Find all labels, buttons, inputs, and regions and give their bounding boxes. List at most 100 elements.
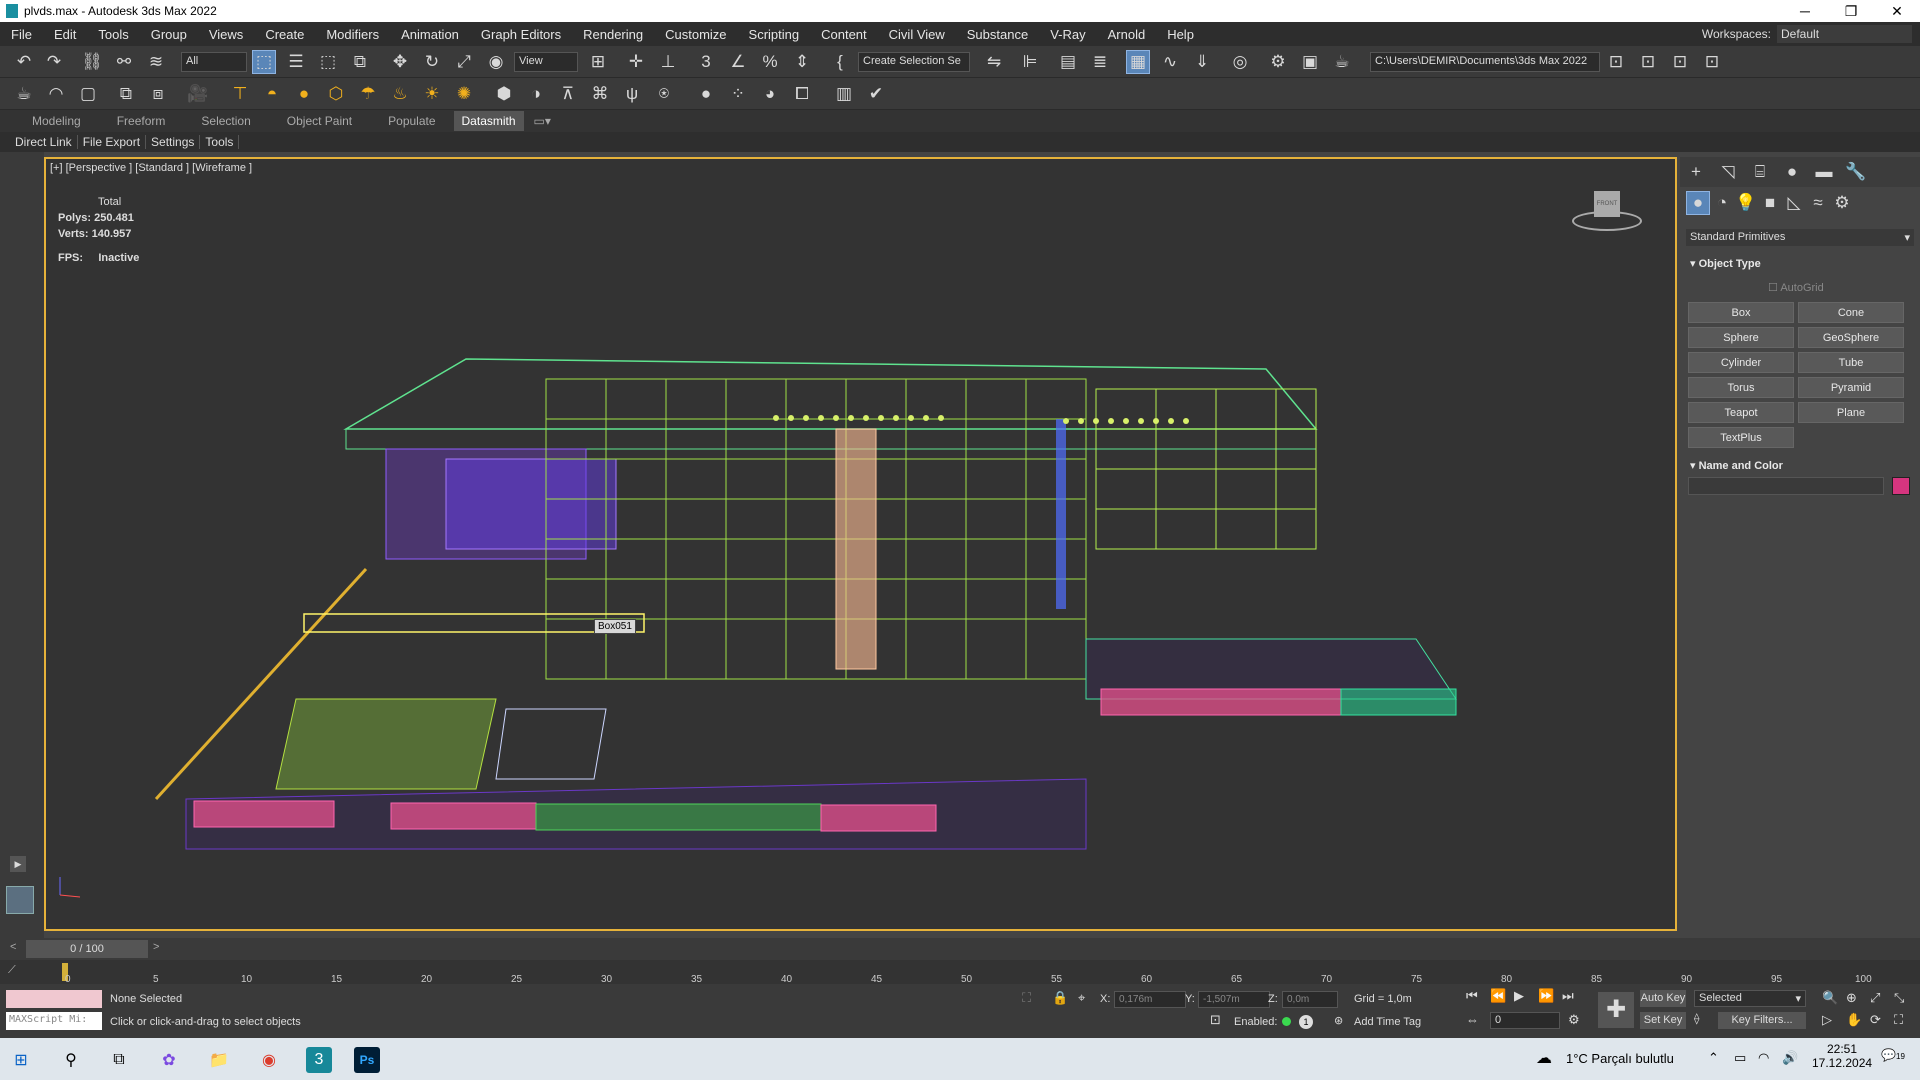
motion-tab-icon[interactable]: ● <box>1780 160 1804 184</box>
pivot-center-icon[interactable]: ⊞ <box>586 50 610 74</box>
tab-selection[interactable]: Selection <box>183 114 268 128</box>
viewport-label[interactable]: [+] [Perspective ] [Standard ] [Wirefram… <box>50 162 252 174</box>
menu-animation[interactable]: Animation <box>390 27 470 42</box>
render-icon[interactable]: 🎥 <box>186 82 210 106</box>
plane-button[interactable]: Plane <box>1798 402 1904 423</box>
project-set-icon[interactable]: ⊡ <box>1668 50 1692 74</box>
fur-icon[interactable]: ⌘ <box>588 82 612 106</box>
maximize-button[interactable]: ❐ <box>1828 0 1874 22</box>
arc-icon[interactable]: ◠ <box>44 82 68 106</box>
lights-icon[interactable]: 💡 <box>1734 191 1758 215</box>
select-by-name-icon[interactable]: ☰ <box>284 50 308 74</box>
teapot-icon[interactable]: ☕ <box>12 82 36 106</box>
textplus-button[interactable]: TextPlus <box>1688 427 1794 448</box>
rect-selection-region-icon[interactable]: ⬚ <box>316 50 340 74</box>
lock-selection-icon[interactable]: 🔒 <box>1052 990 1068 1006</box>
menu-views[interactable]: Views <box>198 27 254 42</box>
adaptive-degradation-icon[interactable]: ⊡ <box>1210 1012 1221 1028</box>
layer-explorer-icon[interactable]: ≣ <box>1088 50 1112 74</box>
helpers-icon[interactable]: ◺ <box>1782 191 1806 215</box>
grass-icon[interactable]: ψ <box>620 82 644 106</box>
tube-button[interactable]: Tube <box>1798 352 1904 373</box>
curve-editor-mini-icon[interactable]: ⟋ <box>8 964 16 977</box>
sphere-light-icon[interactable]: ● <box>292 82 316 106</box>
display-tab-icon[interactable]: ▬ <box>1812 160 1836 184</box>
volume-icon[interactable]: 🔊 <box>1782 1050 1798 1066</box>
track-bar[interactable]: ⟋ 0 5 10 15 20 25 30 35 40 45 50 55 60 6… <box>0 960 1920 985</box>
add-time-tag-button[interactable]: Add Time Tag <box>1354 1016 1421 1028</box>
object-color-swatch[interactable] <box>1892 477 1910 495</box>
workspaces-select[interactable]: Default <box>1777 25 1912 43</box>
bind-spacewarp-icon[interactable]: ≋ <box>144 50 168 74</box>
time-prev-button[interactable]: < <box>10 941 16 953</box>
vray-icon[interactable]: ✔ <box>864 82 888 106</box>
copy-icon[interactable]: ⧉ <box>114 82 138 106</box>
scale-icon[interactable]: ⤢ <box>452 50 476 74</box>
move-icon[interactable]: ✥ <box>388 50 412 74</box>
viewcube[interactable]: FRONT <box>1572 189 1642 235</box>
maxscript-listener-pink[interactable] <box>6 990 102 1008</box>
named-selection-select[interactable]: Create Selection Se <box>858 52 970 72</box>
sphere-fade-icon[interactable]: ◑ <box>524 82 548 106</box>
zoom-extents-icon[interactable]: ⤢ <box>1870 990 1880 1006</box>
render-setup-icon[interactable]: ⚙ <box>1266 50 1290 74</box>
default-in-out-tangent-icon[interactable]: ⟠ <box>1694 1012 1712 1029</box>
placement-icon[interactable]: ◉ <box>484 50 508 74</box>
torus-button[interactable]: Torus <box>1688 377 1794 398</box>
expand-layouts-icon[interactable]: ▶ <box>10 856 26 872</box>
viewcube-front[interactable]: FRONT <box>1594 191 1620 217</box>
menu-scripting[interactable]: Scripting <box>738 27 811 42</box>
menu-tools[interactable]: Tools <box>87 27 139 42</box>
wifi-icon[interactable]: ◠ <box>1758 1050 1769 1066</box>
geometry-icon[interactable]: ● <box>1686 191 1710 215</box>
link-icon[interactable]: ⛓ <box>80 50 104 74</box>
key-filters-button[interactable]: Key Filters... <box>1718 1012 1806 1029</box>
scene-explorer-icon[interactable]: ▤ <box>1056 50 1080 74</box>
material-override-icon[interactable]: ⧠ <box>790 82 814 106</box>
cameras-icon[interactable]: ■ <box>1758 191 1782 215</box>
pan-icon[interactable]: ✋ <box>1846 1012 1862 1028</box>
zoom-all-icon[interactable]: ⊕ <box>1846 990 1857 1006</box>
autogrid-checkbox[interactable]: ☐ AutoGrid <box>1768 281 1824 294</box>
schematic-view-icon[interactable]: ⇓ <box>1190 50 1214 74</box>
menu-edit[interactable]: Edit <box>43 27 87 42</box>
menu-graph-editors[interactable]: Graph Editors <box>470 27 572 42</box>
battery-icon[interactable]: ▭ <box>1734 1050 1746 1066</box>
geosphere-button[interactable]: GeoSphere <box>1798 327 1904 348</box>
name-color-rollout-title[interactable]: ▾ Name and Color <box>1690 459 1783 472</box>
project-open-icon[interactable]: ⊡ <box>1604 50 1628 74</box>
edit-named-selection-icon[interactable]: { <box>828 50 852 74</box>
decal-icon[interactable]: ⍟ <box>652 82 676 106</box>
search-icon[interactable]: ⚲ <box>58 1047 84 1073</box>
ribbon-options-icon[interactable]: ▭▾ <box>524 114 561 128</box>
sky-light-icon[interactable]: ✺ <box>452 82 476 106</box>
material-library-icon[interactable]: ⁘ <box>726 82 750 106</box>
unlink-icon[interactable]: ⚯ <box>112 50 136 74</box>
systems-icon[interactable]: ⚙ <box>1830 191 1854 215</box>
window-crossing-icon[interactable]: ⧉ <box>348 50 372 74</box>
tab-populate[interactable]: Populate <box>370 114 453 128</box>
shapes-icon[interactable]: ◔ <box>1710 191 1734 215</box>
menu-content[interactable]: Content <box>810 27 878 42</box>
teapot-button[interactable]: Teapot <box>1688 402 1794 423</box>
box-shape-icon[interactable]: ▢ <box>76 82 100 106</box>
maxscript-mini-listener[interactable]: MAXScript Mi: <box>6 1012 102 1030</box>
minimize-button[interactable]: ─ <box>1782 0 1828 22</box>
snaps-toggle-icon[interactable]: 3 <box>694 50 718 74</box>
project-explorer-icon[interactable]: ⊡ <box>1700 50 1724 74</box>
goto-start-icon[interactable]: ⏮ <box>1466 988 1478 1004</box>
material-converter-icon[interactable]: ◕ <box>758 82 782 106</box>
project-create-icon[interactable]: ⊡ <box>1636 50 1660 74</box>
3dsmax-taskbar-icon[interactable]: 3 <box>306 1047 332 1073</box>
task-view-icon[interactable]: ⧉ <box>106 1047 132 1073</box>
sphere-button[interactable]: Sphere <box>1688 327 1794 348</box>
tab-freeform[interactable]: Freeform <box>99 114 184 128</box>
weather-icon[interactable]: ☁ <box>1536 1048 1552 1068</box>
select-object-icon[interactable]: ⬚ <box>252 50 276 74</box>
object-name-input[interactable] <box>1688 477 1884 495</box>
y-coordinate-field[interactable]: -1,507m <box>1198 991 1270 1008</box>
ambient-light-icon[interactable]: ♨ <box>388 82 412 106</box>
maximize-viewport-icon[interactable]: ⛶ <box>1894 1012 1903 1028</box>
tab-datasmith[interactable]: Datasmith <box>453 111 524 131</box>
key-mode-icon[interactable]: ⇔ <box>1466 1012 1479 1027</box>
